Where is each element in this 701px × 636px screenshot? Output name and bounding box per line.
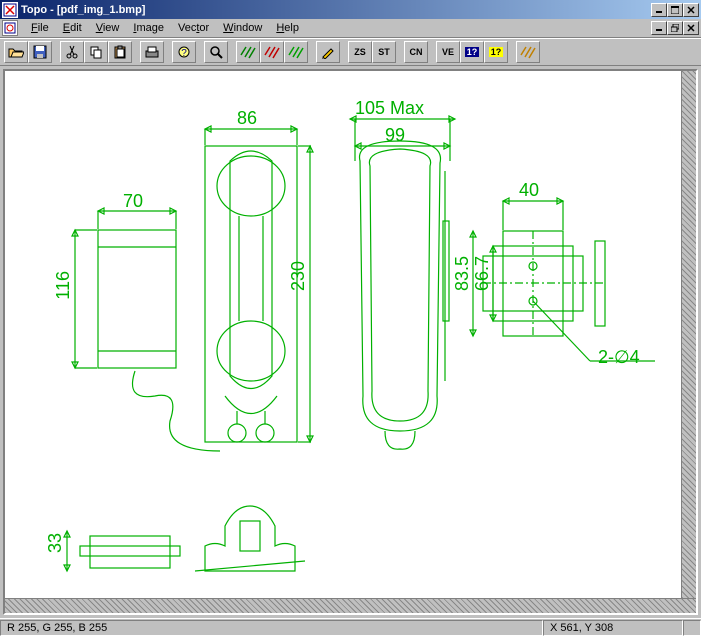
window-controls (651, 3, 699, 17)
oneq-button[interactable]: 1? (484, 41, 508, 63)
dim-86: 86 (237, 108, 257, 129)
menu-file[interactable]: FFileile (24, 20, 56, 36)
save-button[interactable] (28, 41, 52, 63)
close-button[interactable] (683, 3, 699, 17)
paste-button[interactable] (108, 41, 132, 63)
svg-text:?: ? (181, 48, 187, 59)
menu-window[interactable]: Window (216, 20, 269, 36)
drawing-canvas[interactable]: 70 116 86 230 105 Max 99 40 83.5 66.7 2-… (5, 71, 681, 598)
zs-button[interactable]: ZS (348, 41, 372, 63)
menubar: FFileile Edit View Image Vector Window H… (0, 19, 701, 38)
document-icon[interactable] (2, 20, 18, 36)
zoom-button[interactable] (204, 41, 228, 63)
cn-button[interactable]: CN (404, 41, 428, 63)
copy-button[interactable] (84, 41, 108, 63)
statusbar: R 255, G 255, B 255 X 561, Y 308 (0, 618, 701, 636)
hatch2-button[interactable] (260, 41, 284, 63)
canvas-frame: 70 116 86 230 105 Max 99 40 83.5 66.7 2-… (3, 69, 698, 615)
app-icon (2, 2, 18, 18)
hatch1-button[interactable] (236, 41, 260, 63)
dim-116: 116 (53, 271, 74, 300)
status-grip (683, 620, 701, 636)
menu-edit[interactable]: Edit (56, 20, 89, 36)
scroll-placeholder-right (681, 71, 696, 598)
dim-230: 230 (288, 261, 309, 291)
minimize-button[interactable] (651, 3, 667, 17)
canvas-area: 70 116 86 230 105 Max 99 40 83.5 66.7 2-… (0, 66, 701, 618)
menu-view[interactable]: View (89, 20, 127, 36)
mdi-controls (651, 21, 699, 35)
scroll-placeholder-bottom (5, 598, 696, 613)
toolbar: ? ZS ST CN VE 1? 1? (0, 38, 701, 66)
print-button[interactable] (140, 41, 164, 63)
hatch3-button[interactable] (284, 41, 308, 63)
maximize-button[interactable] (667, 3, 683, 17)
mdi-minimize-button[interactable] (651, 21, 667, 35)
status-rgb: R 255, G 255, B 255 (0, 620, 543, 636)
status-coords: X 561, Y 308 (543, 620, 683, 636)
dim-105: 105 Max (355, 98, 424, 119)
menu-help[interactable]: Help (269, 20, 306, 36)
st-button[interactable]: ST (372, 41, 396, 63)
dim-2phi4: 2-∅4 (598, 347, 640, 368)
hatch4-button[interactable] (516, 41, 540, 63)
dim-667: 66.7 (472, 256, 493, 291)
help-button[interactable]: ? (172, 41, 196, 63)
one-button[interactable]: 1? (460, 41, 484, 63)
pencil-button[interactable] (316, 41, 340, 63)
dim-33: 33 (45, 533, 66, 553)
menu-vector[interactable]: Vector (171, 20, 216, 36)
ve-button[interactable]: VE (436, 41, 460, 63)
cut-button[interactable] (60, 41, 84, 63)
dim-99: 99 (385, 125, 405, 146)
mdi-close-button[interactable] (683, 21, 699, 35)
menu-image[interactable]: Image (126, 20, 171, 36)
dim-70: 70 (123, 191, 143, 212)
dim-40: 40 (519, 180, 539, 201)
open-button[interactable] (4, 41, 28, 63)
mdi-restore-button[interactable] (667, 21, 683, 35)
dim-835: 83.5 (452, 256, 473, 291)
window-title: Topo - [pdf_img_1.bmp] (21, 4, 651, 16)
titlebar: Topo - [pdf_img_1.bmp] (0, 0, 701, 19)
